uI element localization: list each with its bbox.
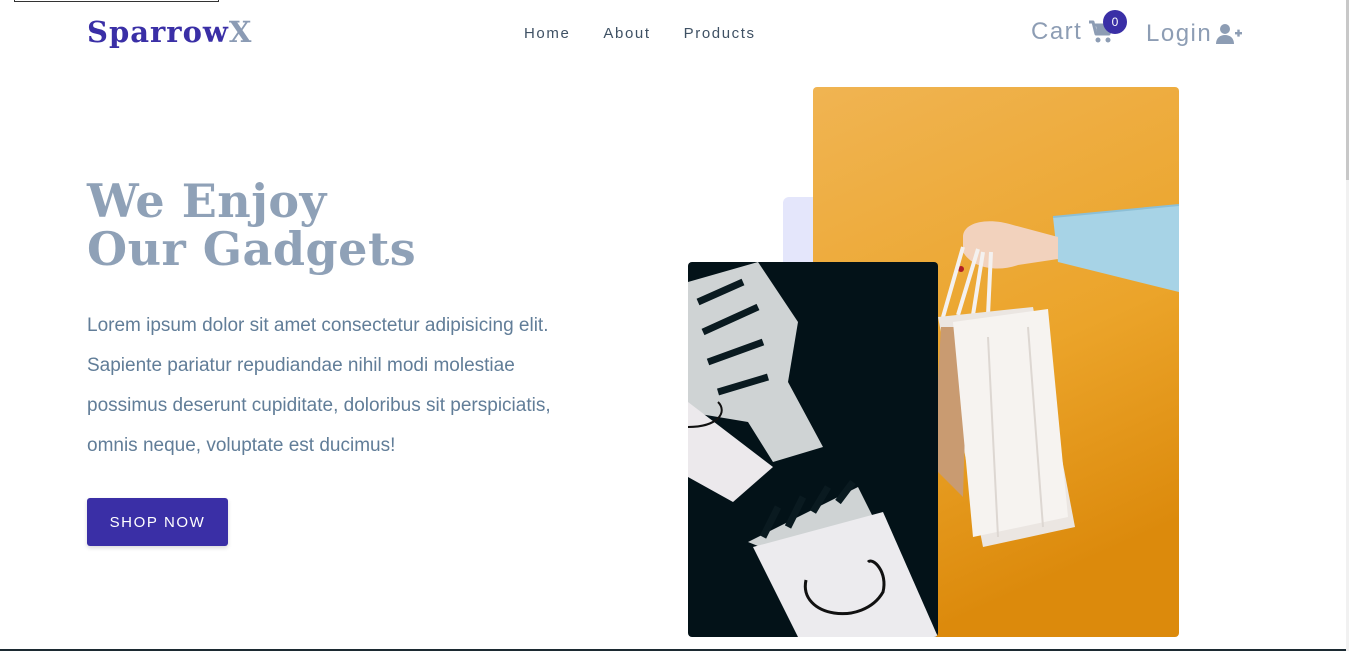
- nav-link-about[interactable]: About: [603, 25, 650, 42]
- login-label: Login: [1146, 20, 1213, 47]
- hero-title-line-2: Our Gadgets: [87, 222, 417, 276]
- hero-image-bags-dark: [688, 262, 938, 637]
- hero-title: We Enjoy Our Gadgets: [87, 177, 416, 273]
- shop-now-button[interactable]: SHOP NOW: [87, 498, 228, 546]
- brand-logo[interactable]: SparrowX: [87, 15, 252, 49]
- cart-count-badge: 0: [1103, 10, 1127, 34]
- brand-name-accent: X: [228, 15, 253, 49]
- hero-title-line-1: We Enjoy: [87, 174, 327, 228]
- user-plus-icon: [1216, 24, 1243, 44]
- login-button[interactable]: Login: [1146, 20, 1243, 48]
- nav-links: Home About Products: [524, 25, 756, 42]
- navbar: SparrowX Home About Products Cart 0 Logi…: [0, 0, 1349, 68]
- nav-link-home[interactable]: Home: [524, 25, 570, 42]
- nav-link-products[interactable]: Products: [684, 25, 756, 42]
- hero-description: Lorem ipsum dolor sit amet consectetur a…: [87, 315, 551, 456]
- cart-label: Cart: [1031, 18, 1083, 45]
- cart-button[interactable]: Cart 0: [1031, 10, 1127, 46]
- brand-name: Sparrow: [87, 15, 229, 49]
